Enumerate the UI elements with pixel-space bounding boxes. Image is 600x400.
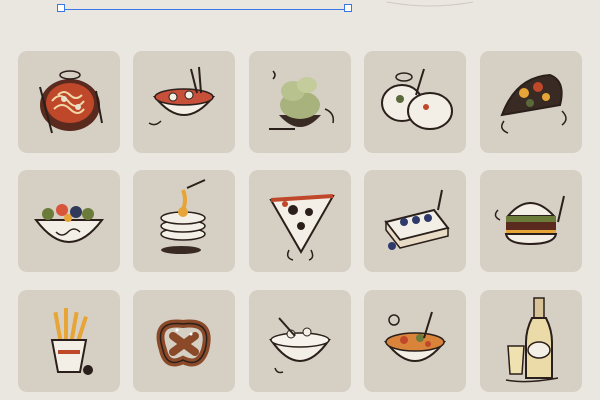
decorative-arc xyxy=(386,1,474,7)
tile-pizza-slice[interactable] xyxy=(249,170,351,272)
sandwich-blueberry-icon xyxy=(384,189,450,250)
tile-pasta-bowl[interactable] xyxy=(18,51,120,153)
tile-french-fries[interactable] xyxy=(18,290,120,392)
tile-ice-cream[interactable] xyxy=(249,51,351,153)
selection-line xyxy=(61,9,348,10)
dumplings-bowl-icon xyxy=(381,68,453,130)
noodle-bowl-chopsticks-icon xyxy=(148,66,216,126)
french-fries-icon xyxy=(50,308,93,375)
burger-icon xyxy=(494,195,565,246)
tile-burger[interactable] xyxy=(480,170,582,272)
pizza-slice-icon xyxy=(269,194,335,261)
selection-frame[interactable] xyxy=(57,2,352,12)
soup-bowl-icon xyxy=(383,311,447,362)
salad-bowl-icon xyxy=(33,204,105,243)
beer-bottle-icon xyxy=(505,297,559,383)
resize-handle-right[interactable] xyxy=(344,4,352,12)
pasta-bowl-icon xyxy=(39,70,103,134)
ice-cream-icon xyxy=(269,70,335,130)
tile-salad-bowl[interactable] xyxy=(18,170,120,272)
tile-beer-bottle[interactable] xyxy=(480,290,582,392)
pretzel-icon xyxy=(156,319,211,367)
tile-noodle-bowl[interactable] xyxy=(133,51,235,153)
pancakes-honey-icon xyxy=(160,179,206,254)
tile-pretzel[interactable] xyxy=(133,290,235,392)
resize-handle-left[interactable] xyxy=(57,4,65,12)
tile-rice-bowl[interactable] xyxy=(249,290,351,392)
rice-bowl-icon xyxy=(269,317,331,374)
tile-sandwich[interactable] xyxy=(364,170,466,272)
tile-taco[interactable] xyxy=(480,51,582,153)
tile-dumplings[interactable] xyxy=(364,51,466,153)
tile-soup-bowl[interactable] xyxy=(364,290,466,392)
taco-icon xyxy=(500,73,567,134)
tile-pancakes[interactable] xyxy=(133,170,235,272)
